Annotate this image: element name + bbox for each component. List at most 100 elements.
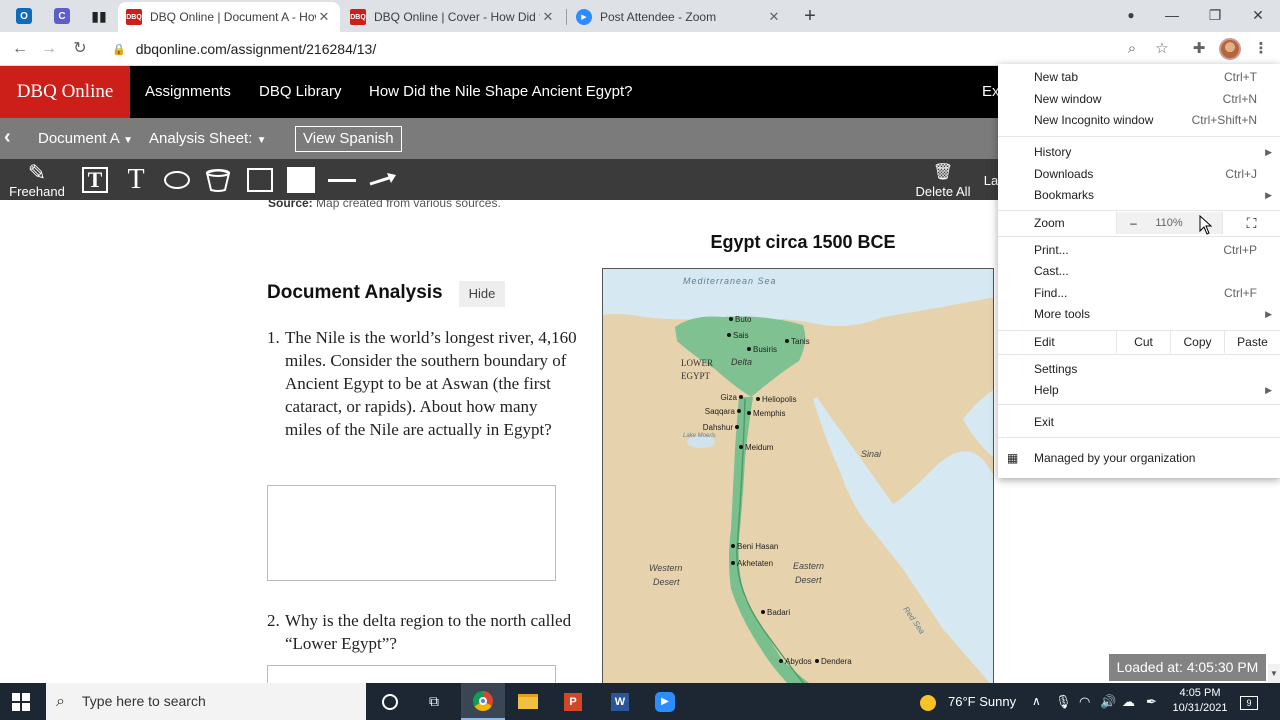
menu-bookmarks[interactable]: Bookmarks ▶ xyxy=(998,184,1280,206)
weather-sun-icon[interactable] xyxy=(920,683,936,720)
bookmark-star-icon[interactable]: ☆ xyxy=(1150,37,1174,61)
highlighter-tool[interactable] xyxy=(203,163,233,197)
reload-icon[interactable]: ↻ xyxy=(68,37,92,61)
pinned-tab-c[interactable]: C xyxy=(48,4,76,28)
menu-print[interactable]: Print... Ctrl+P xyxy=(998,239,1280,261)
close-tab-icon[interactable]: ✕ xyxy=(316,9,332,25)
network-icon[interactable]: ◠ xyxy=(1079,683,1090,720)
chevron-up-icon[interactable]: ∧ xyxy=(1032,683,1041,720)
text-box-icon: T xyxy=(82,167,108,193)
text-tool[interactable]: T xyxy=(122,163,150,197)
menu-shortcut: Ctrl+Shift+N xyxy=(1191,113,1257,127)
minimize-icon[interactable]: — xyxy=(1150,0,1194,30)
system-clock[interactable]: 4:05 PM 10/31/2021 xyxy=(1164,686,1236,716)
paste-button[interactable]: Paste xyxy=(1224,331,1280,353)
onedrive-cloud-icon[interactable]: ☁ xyxy=(1122,683,1135,720)
line-tool[interactable] xyxy=(327,163,357,197)
volume-icon[interactable]: 🔊 xyxy=(1100,683,1116,720)
word-icon[interactable]: W xyxy=(598,683,642,720)
file-explorer-icon[interactable] xyxy=(506,683,550,720)
forward-arrow-icon[interactable]: → xyxy=(37,37,61,61)
city-label: Tanis xyxy=(791,337,810,346)
zoom-magnifier-icon[interactable]: ⌕ xyxy=(1120,37,1144,61)
menu-shortcut: Ctrl+J xyxy=(1225,167,1257,181)
analysis-sheet-dropdown[interactable]: Analysis Sheet: ▼ xyxy=(149,130,266,147)
fullscreen-icon[interactable]: ⛶ xyxy=(1222,212,1280,234)
zoom-out-button[interactable]: – xyxy=(1116,212,1150,234)
dbq-online-logo[interactable]: DBQ Online xyxy=(0,66,130,118)
text-box-tool[interactable]: T xyxy=(80,163,110,197)
new-tab-plus-icon[interactable]: + xyxy=(798,4,822,28)
tab-zoom[interactable]: ▶ Post Attendee - Zoom ✕ xyxy=(568,2,790,32)
view-spanish-button[interactable]: View Spanish xyxy=(295,126,402,152)
zoom-app-icon[interactable]: ▶ xyxy=(643,683,687,720)
task-view-icon[interactable]: ⧉ xyxy=(412,683,456,720)
cut-button[interactable]: Cut xyxy=(1116,331,1170,353)
windows-start-icon[interactable] xyxy=(12,693,30,711)
close-tab-icon[interactable]: ✕ xyxy=(766,9,782,25)
menu-new-incognito[interactable]: New Incognito window Ctrl+Shift+N xyxy=(998,109,1280,131)
notifications-icon[interactable]: 9 xyxy=(1240,683,1258,720)
delete-all-button[interactable]: 🗑 Delete All xyxy=(913,163,973,199)
tab-search-icon[interactable]: ● xyxy=(1109,0,1153,30)
weather-text[interactable]: 76°F Sunny xyxy=(948,683,1016,720)
pinned-tab-outlook[interactable]: O xyxy=(10,4,38,28)
city-label: Dahshur xyxy=(703,423,734,432)
menu-managed-by-org[interactable]: ▦ Managed by your organization xyxy=(998,447,1280,469)
powerpoint-icon[interactable]: P xyxy=(551,683,595,720)
menu-more-tools[interactable]: More tools ▶ xyxy=(998,303,1280,325)
freehand-tool[interactable]: ✎ Freehand xyxy=(8,161,66,199)
menu-label: Exit xyxy=(1034,415,1055,429)
chevron-left-icon[interactable]: ‹ xyxy=(4,126,11,149)
menu-label: New Incognito window xyxy=(1034,113,1154,127)
menu-downloads[interactable]: Downloads Ctrl+J xyxy=(998,163,1280,185)
pinned-tab-book[interactable]: ▮▮ xyxy=(85,4,113,28)
chrome-taskbar-icon[interactable] xyxy=(461,683,505,720)
menu-new-window[interactable]: New window Ctrl+N xyxy=(998,88,1280,110)
city-label: Busiris xyxy=(753,345,777,354)
extensions-puzzle-icon[interactable]: ✚ xyxy=(1187,37,1211,61)
dbq-favicon-icon: DBQ xyxy=(350,9,366,25)
tab-dbq-cover[interactable]: DBQ DBQ Online | Cover - How Did th ✕ xyxy=(342,2,564,32)
pen-icon[interactable]: ✒ xyxy=(1146,683,1157,720)
menu-new-tab[interactable]: New tab Ctrl+T xyxy=(998,66,1280,88)
nav-current-dbq-title[interactable]: How Did the Nile Shape Ancient Egypt? xyxy=(369,66,633,118)
rectangle-tool[interactable] xyxy=(245,163,275,197)
maximize-icon[interactable]: ❐ xyxy=(1193,0,1237,30)
nav-assignments[interactable]: Assignments xyxy=(145,66,231,118)
microphone-icon[interactable]: 🎙 xyxy=(1055,683,1072,720)
chrome-menu-icon[interactable]: ⋮ xyxy=(1249,37,1273,61)
bucket-icon xyxy=(205,169,231,192)
menu-settings[interactable]: Settings xyxy=(998,358,1280,380)
menu-exit[interactable]: Exit xyxy=(998,411,1280,433)
menu-find[interactable]: Find... Ctrl+F xyxy=(998,282,1280,304)
document-dropdown[interactable]: Document A ▼ xyxy=(38,130,133,147)
close-window-icon[interactable]: ✕ xyxy=(1236,0,1280,30)
menu-help[interactable]: Help ▶ xyxy=(998,379,1280,401)
western-desert-label-2: Desert xyxy=(653,577,680,587)
answer-box-2[interactable] xyxy=(267,665,556,683)
close-tab-icon[interactable]: ✕ xyxy=(540,9,556,25)
toolbar-right-partial[interactable]: La xyxy=(984,163,998,197)
source-label: Source: xyxy=(268,200,313,210)
arrow-tool[interactable] xyxy=(367,163,399,197)
nav-exit-partial[interactable]: Ex xyxy=(982,66,1000,118)
scrollbar-down-arrow-icon[interactable]: ▼ xyxy=(1268,664,1280,683)
answer-box-1[interactable] xyxy=(267,485,556,581)
menu-history[interactable]: History ▶ xyxy=(998,141,1280,163)
tab-dbq-document-a[interactable]: DBQ DBQ Online | Document A - How ✕ xyxy=(118,2,340,32)
hide-button[interactable]: Hide xyxy=(459,281,505,307)
address-bar[interactable]: 🔒 dbqonline.com/assignment/216284/13/ xyxy=(104,35,1104,63)
taskbar-search-box[interactable]: ⌕ Type here to search xyxy=(46,683,366,720)
ellipse-tool[interactable] xyxy=(162,163,192,197)
city-dot xyxy=(747,411,751,415)
copy-button[interactable]: Copy xyxy=(1170,331,1224,353)
filled-rectangle-tool[interactable] xyxy=(286,163,316,197)
city-label: Meidum xyxy=(745,443,774,452)
submenu-arrow-icon: ▶ xyxy=(1265,385,1272,395)
nav-dbq-library[interactable]: DBQ Library xyxy=(259,66,342,118)
profile-avatar[interactable] xyxy=(1219,38,1241,60)
back-arrow-icon[interactable]: ← xyxy=(8,37,32,61)
cortana-icon[interactable] xyxy=(368,683,412,720)
menu-cast[interactable]: Cast... xyxy=(998,260,1280,282)
